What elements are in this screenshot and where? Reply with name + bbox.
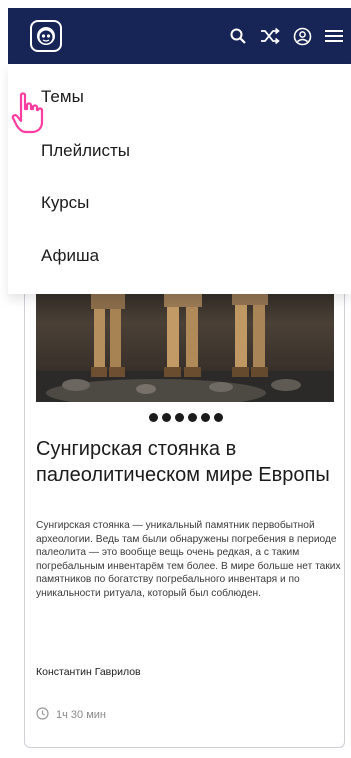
carousel-dot[interactable]	[200, 413, 210, 422]
menu-item-playlists[interactable]: Плейлисты	[41, 141, 130, 161]
card-photo[interactable]	[36, 281, 334, 402]
carousel-dot[interactable]	[213, 413, 223, 422]
shuffle-icon[interactable]	[259, 25, 281, 47]
monkey-logo-icon[interactable]	[30, 20, 62, 52]
menu-item-afisha[interactable]: Афиша	[41, 246, 99, 266]
duration-text: 1ч 30 мин	[56, 709, 106, 721]
hand-cursor-icon	[11, 92, 45, 139]
search-icon[interactable]	[227, 25, 249, 47]
carousel-dot[interactable]	[161, 413, 171, 422]
card-duration: 1ч 30 мин	[36, 707, 106, 723]
card-title[interactable]: Сунгирская стоянка в палеолитическом мир…	[36, 436, 336, 488]
carousel-dot[interactable]	[187, 413, 197, 422]
nav-dropdown-menu: Темы Плейлисты Курсы Афиша	[8, 64, 351, 294]
account-icon[interactable]	[291, 25, 313, 47]
card-description: Сунгирская стоянка — уникальный памятник…	[36, 520, 341, 599]
carousel-dots[interactable]	[25, 409, 344, 427]
card-author[interactable]: Константин Гаврилов	[36, 666, 141, 678]
carousel-dot[interactable]	[174, 413, 184, 422]
menu-item-courses[interactable]: Курсы	[41, 193, 89, 213]
menu-icon[interactable]	[323, 25, 345, 47]
carousel-dot[interactable]	[148, 413, 158, 422]
menu-item-themes[interactable]: Темы	[41, 87, 84, 107]
clock-icon	[36, 707, 49, 723]
lecture-card[interactable]: Сунгирская стоянка в палеолитическом мир…	[24, 260, 345, 748]
top-bar	[8, 8, 351, 64]
